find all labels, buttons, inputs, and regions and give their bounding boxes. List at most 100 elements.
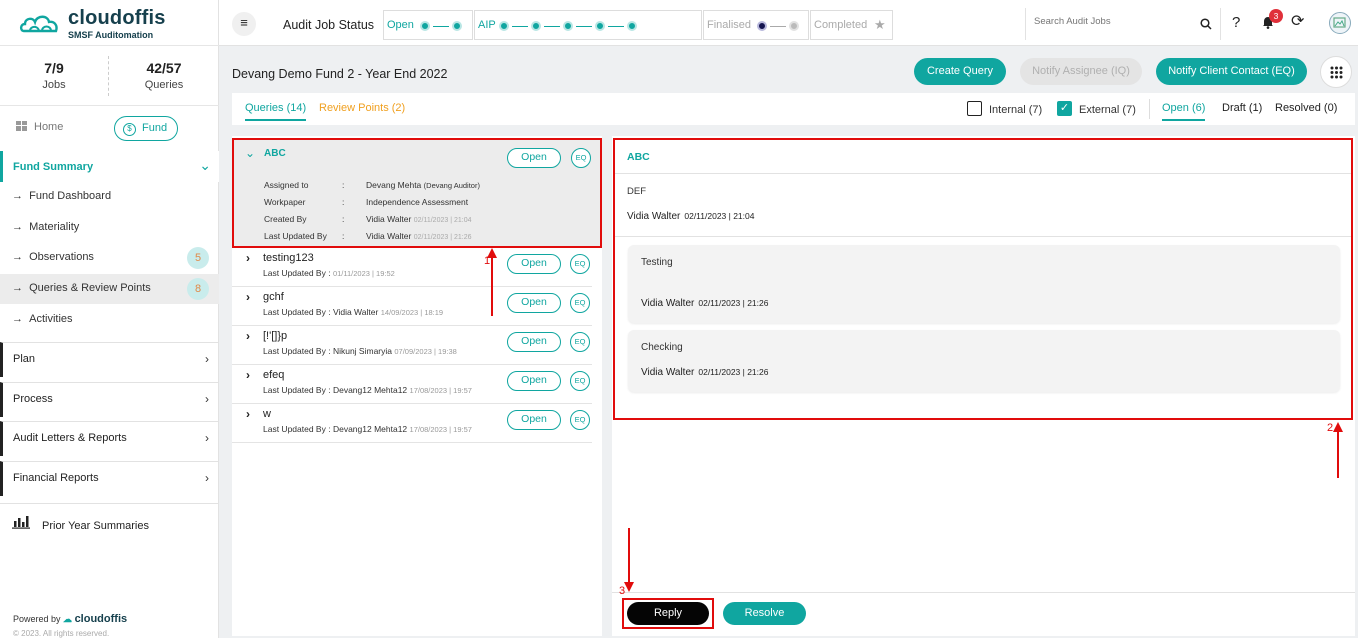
avatar[interactable] (1329, 12, 1351, 34)
meta-label: Last Updated By : (263, 385, 331, 395)
open-status-button[interactable]: Open (507, 332, 561, 352)
created-by-value: Vidia Walter (366, 214, 412, 224)
apps-grid-icon[interactable] (1320, 56, 1352, 88)
divider (615, 173, 1351, 174)
field-sep: : (342, 197, 345, 207)
star-icon: ★ (874, 17, 886, 32)
fund-summary-header[interactable]: Fund Summary ⌄ (0, 151, 219, 182)
eq-badge[interactable]: EQ (570, 371, 590, 391)
queries-stat[interactable]: 42/57 Queries (110, 60, 218, 91)
stats-panel: 7/9 Jobs 42/57 Queries (0, 46, 219, 106)
fund-label: Fund (142, 122, 168, 134)
create-query-button[interactable]: Create Query (914, 58, 1006, 85)
assigned-to-value: Devang Mehta (366, 180, 422, 190)
sidebar-item-label: Observations (29, 251, 94, 263)
help-icon[interactable]: ? (1232, 14, 1240, 31)
queries-count-badge: 8 (187, 278, 209, 300)
annotation-arrow-up-icon (487, 248, 497, 316)
chevron-down-icon[interactable]: ⌄ (245, 146, 255, 160)
home-link[interactable]: Home (16, 121, 63, 133)
search-box (1025, 8, 1220, 40)
reply-text: Testing (641, 257, 673, 268)
list-item[interactable]: › testing123 Last Updated By : 01/11/202… (232, 248, 592, 287)
meta-ts: 07/09/2023 | 19:38 (394, 347, 457, 356)
chevron-right-icon[interactable]: › (246, 251, 250, 265)
updated-by-value: Vidia Walter (366, 231, 412, 241)
chevron-right-icon[interactable]: › (246, 290, 250, 304)
search-input[interactable] (1034, 16, 1189, 27)
eq-badge[interactable]: EQ (570, 254, 590, 274)
open-status-button[interactable]: Open (507, 410, 561, 430)
sidebar-section-plan[interactable]: Plan › (0, 342, 219, 377)
dollar-icon: $ (123, 123, 136, 136)
search-icon[interactable] (1200, 18, 1212, 30)
list-item[interactable]: › [!'[]}p Last Updated By : Nikunj Simar… (232, 326, 592, 365)
chevron-right-icon[interactable]: › (246, 329, 250, 343)
reply-ts: 02/11/2023 | 21:26 (698, 367, 769, 377)
stage-open[interactable]: Open (383, 10, 473, 40)
jobs-label: Jobs (42, 79, 66, 91)
field-sep: : (342, 231, 345, 241)
resolve-button[interactable]: Resolve (723, 602, 806, 625)
eq-badge[interactable]: EQ (570, 293, 590, 313)
query-title: w (263, 408, 271, 420)
meta-who: Nikunj Simaryia (332, 346, 392, 356)
check-icon: ✓ (1059, 102, 1070, 114)
sidebar-item-observations[interactable]: → Observations (12, 251, 94, 263)
tab-review-points[interactable]: Review Points (2) (319, 102, 405, 114)
query-item-expanded[interactable]: ⌄ ABC Open EQ Assigned to : Devang Mehta… (232, 138, 602, 248)
annotation-label-3: 3 (619, 585, 626, 597)
chevron-right-icon[interactable]: › (246, 368, 250, 382)
stage-completed[interactable]: Completed ★ (810, 10, 893, 40)
sidebar-section-financial-reports[interactable]: Financial Reports › (0, 461, 219, 496)
home-label: Home (34, 121, 64, 133)
filter-draft[interactable]: Draft (1) (1222, 102, 1262, 114)
stage-dot (627, 21, 637, 32)
filter-resolved[interactable]: Resolved (0) (1275, 102, 1337, 114)
notify-assignee-button[interactable]: Notify Assignee (IQ) (1020, 58, 1142, 85)
stage-finalised[interactable]: Finalised (703, 10, 809, 40)
logo[interactable]: cloudoffis SMSF Auditomation (0, 0, 219, 46)
tab-queries[interactable]: Queries (14) (245, 102, 307, 121)
sidebar-item-materiality[interactable]: → Materiality (12, 221, 79, 233)
sidebar-section-audit-letters[interactable]: Audit Letters & Reports › (0, 421, 219, 456)
powered-by: Powered by ☁ cloudoffis (13, 613, 127, 625)
sidebar-item-prior-year[interactable]: Prior Year Summaries (0, 503, 219, 545)
open-status-button[interactable]: Open (507, 254, 561, 274)
reply-card: Checking Vidia Walter 02/11/2023 | 21:26 (628, 330, 1340, 392)
reply-button[interactable]: Reply (627, 602, 709, 625)
copyright: © 2023. All rights reserved. (13, 629, 110, 638)
list-item[interactable]: › gchf Last Updated By : Vidia Walter 14… (232, 287, 592, 326)
open-status-button[interactable]: Open (507, 371, 561, 391)
notify-client-button[interactable]: Notify Client Contact (EQ) (1156, 58, 1307, 85)
jobs-stat[interactable]: 7/9 Jobs (0, 60, 108, 91)
stage-aip[interactable]: AIP (474, 10, 702, 40)
sidebar-section-process[interactable]: Process › (0, 382, 219, 417)
list-item[interactable]: › w Last Updated By : Devang12 Mehta12 1… (232, 404, 592, 443)
list-item[interactable]: › efeq Last Updated By : Devang12 Mehta1… (232, 365, 592, 404)
eq-badge[interactable]: EQ (571, 148, 591, 168)
meta-label: Last Updated By : (263, 424, 331, 434)
external-checkbox[interactable]: ✓ (1057, 101, 1072, 116)
internal-checkbox[interactable] (967, 101, 982, 116)
powered-by-label: Powered by (13, 614, 61, 624)
eq-badge[interactable]: EQ (570, 332, 590, 352)
reply-ts: 02/11/2023 | 21:26 (698, 298, 769, 308)
sidebar-item-queries-review-points[interactable]: → Queries & Review Points (12, 282, 151, 294)
sync-icon[interactable]: ⟳ (1291, 13, 1309, 31)
fund-button[interactable]: $ Fund (114, 116, 178, 141)
menu-toggle-icon[interactable]: ≡ (232, 12, 256, 36)
stage-dot (452, 21, 462, 32)
field-label: Last Updated By (264, 231, 327, 241)
open-status-button[interactable]: Open (507, 293, 561, 313)
filter-open[interactable]: Open (6) (1162, 102, 1206, 121)
sidebar-item-activities[interactable]: → Activities (12, 313, 73, 325)
chevron-right-icon[interactable]: › (246, 407, 250, 421)
meta-label: Last Updated By : (263, 346, 331, 356)
stage-label: Open (387, 19, 414, 31)
field-label: Workpaper (264, 197, 306, 207)
arrow-right-icon: → (12, 190, 30, 202)
eq-badge[interactable]: EQ (570, 410, 590, 430)
sidebar-item-fund-dashboard[interactable]: → Fund Dashboard (12, 190, 111, 202)
open-status-button[interactable]: Open (507, 148, 561, 168)
